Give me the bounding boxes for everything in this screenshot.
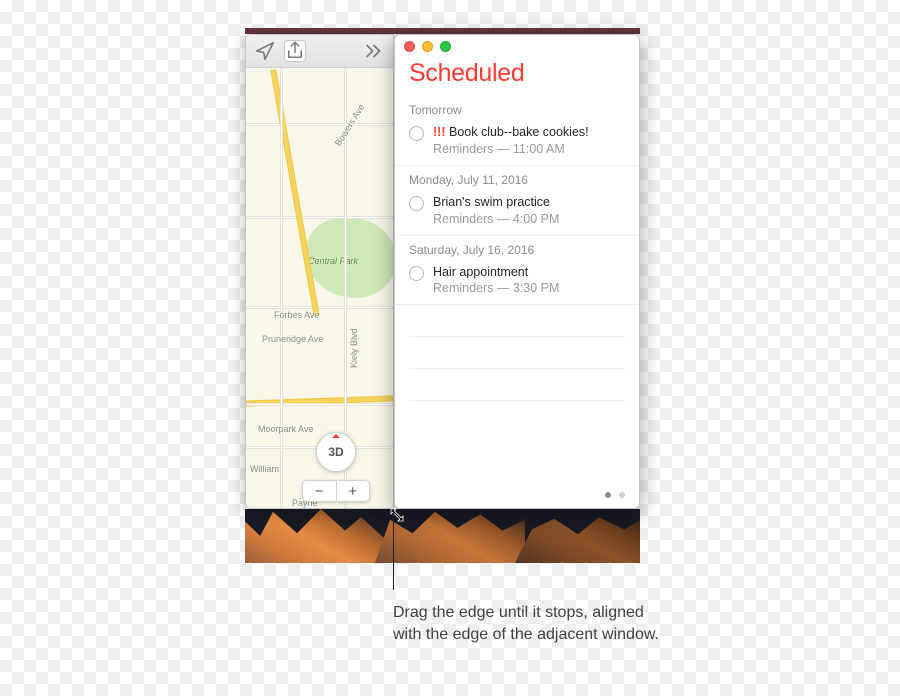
maps-toolbar bbox=[246, 35, 393, 68]
street-label: Moorpark Ave bbox=[258, 424, 313, 434]
reminder-meta: Reminders — 11:00 AM bbox=[433, 141, 589, 158]
group-label: Tomorrow bbox=[395, 96, 639, 121]
reminder-item[interactable]: !!! Book club--bake cookies! Reminders —… bbox=[395, 121, 639, 166]
reminder-title: Brian's swim practice bbox=[433, 195, 550, 209]
empty-rows bbox=[395, 305, 639, 401]
reminder-item[interactable]: Brian's swim practice Reminders — 4:00 P… bbox=[395, 191, 639, 236]
park-label: Central Park bbox=[308, 256, 358, 266]
resize-cursor-icon bbox=[389, 507, 405, 523]
road bbox=[246, 216, 393, 219]
street-label: Kiely Blvd bbox=[349, 328, 359, 368]
reminder-meta: Reminders — 3:30 PM bbox=[433, 280, 559, 297]
desktop-wallpaper bbox=[245, 509, 640, 563]
compass-label: 3D bbox=[328, 445, 343, 459]
reminder-title: Hair appointment bbox=[433, 265, 528, 279]
complete-radio[interactable] bbox=[409, 196, 424, 211]
reminder-title: Book club--bake cookies! bbox=[449, 125, 589, 139]
callout-text: Drag the edge until it stops, aligned wi… bbox=[393, 602, 663, 647]
close-button[interactable] bbox=[404, 41, 415, 52]
map-canvas[interactable]: Central Park Bowers Ave Forbes Ave Prune… bbox=[246, 68, 393, 508]
minimize-button[interactable] bbox=[422, 41, 433, 52]
group-label: Monday, July 11, 2016 bbox=[395, 166, 639, 191]
complete-radio[interactable] bbox=[409, 126, 424, 141]
road bbox=[246, 403, 393, 406]
page-dot[interactable] bbox=[605, 492, 611, 498]
road bbox=[246, 306, 393, 309]
screenshot-stage: Central Park Bowers Ave Forbes Ave Prune… bbox=[245, 28, 640, 563]
zoom-control: − + bbox=[302, 480, 370, 502]
reminders-window[interactable]: Scheduled Tomorrow !!! Book club--bake c… bbox=[394, 34, 640, 509]
window-titlebar bbox=[395, 35, 639, 57]
location-icon[interactable] bbox=[254, 40, 276, 62]
zoom-in-button[interactable]: + bbox=[337, 481, 370, 501]
street-label: Forbes Ave bbox=[274, 310, 319, 320]
road bbox=[280, 68, 283, 508]
complete-radio[interactable] bbox=[409, 266, 424, 281]
page-dot[interactable] bbox=[619, 492, 625, 498]
compass-3d-button[interactable]: 3D bbox=[316, 432, 356, 472]
street-label: William bbox=[250, 464, 279, 474]
fullscreen-button[interactable] bbox=[440, 41, 451, 52]
callout-leader-line bbox=[393, 512, 394, 590]
reminder-item[interactable]: Hair appointment Reminders — 3:30 PM bbox=[395, 261, 639, 306]
zoom-out-button[interactable]: − bbox=[303, 481, 337, 501]
share-button[interactable] bbox=[284, 40, 306, 62]
road bbox=[246, 123, 393, 126]
list-title: Scheduled bbox=[395, 57, 639, 96]
overflow-chevrons-icon[interactable] bbox=[363, 40, 385, 62]
highway bbox=[270, 69, 319, 316]
group-label: Saturday, July 16, 2016 bbox=[395, 236, 639, 261]
reminder-meta: Reminders — 4:00 PM bbox=[433, 211, 559, 228]
page-indicator[interactable] bbox=[605, 492, 625, 498]
maps-window[interactable]: Central Park Bowers Ave Forbes Ave Prune… bbox=[245, 34, 394, 509]
street-label: Pruneridge Ave bbox=[262, 334, 323, 344]
priority-indicator: !!! bbox=[433, 125, 446, 139]
